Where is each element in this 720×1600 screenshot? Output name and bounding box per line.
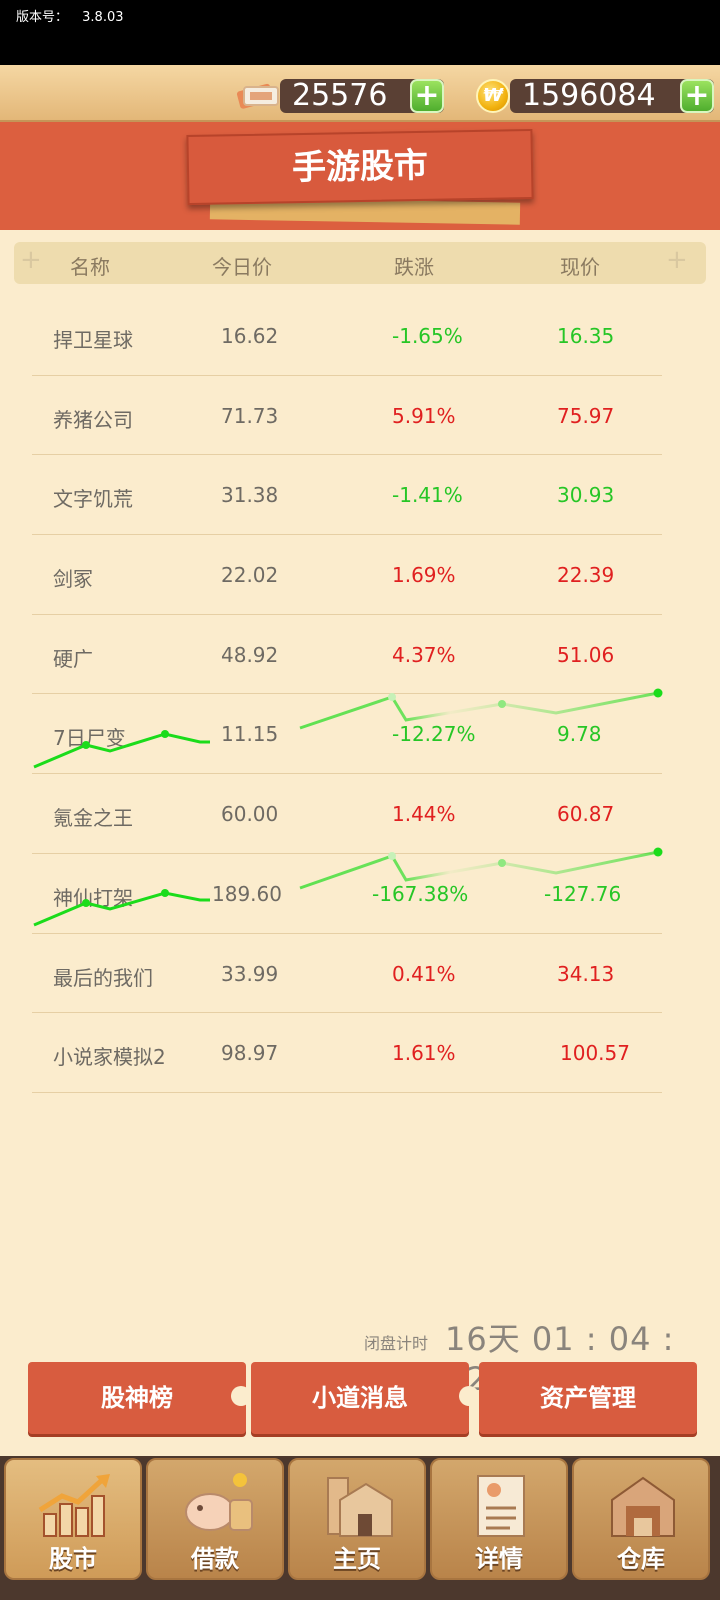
- stock-row[interactable]: 养猪公司 71.73 5.91% 75.97: [32, 376, 662, 456]
- page-header: 手游股市: [0, 122, 720, 230]
- version-label: 版本号：: [16, 10, 69, 25]
- stock-row[interactable]: 小说家模拟2 98.97 1.61% 100.57: [32, 1013, 662, 1093]
- button-connector-dot: [231, 1386, 251, 1406]
- piggy-bank-icon: [185, 1473, 253, 1531]
- stock-change: 1.61%: [392, 1041, 456, 1066]
- stock-today-price: 22.02: [221, 563, 279, 588]
- timer-label: 闭盘计时: [364, 1334, 429, 1353]
- stock-name: 剑冢: [53, 567, 93, 592]
- stock-chart-icon: [38, 1474, 110, 1537]
- stock-row[interactable]: 神仙打架 189.60 -167.38% -127.76: [32, 854, 662, 934]
- nav-tab-details[interactable]: 详情: [430, 1458, 568, 1580]
- stock-change: 0.41%: [392, 961, 456, 986]
- page-title: 手游股市: [186, 128, 534, 206]
- stock-name: 文字饥荒: [53, 487, 133, 512]
- stock-today-price: 71.73: [221, 403, 279, 428]
- stock-name: 硬广: [53, 646, 93, 671]
- stock-row[interactable]: 剑冢 22.02 1.69% 22.39: [32, 535, 662, 615]
- stock-row[interactable]: 捍卫星球 16.62 -1.65% 16.35: [32, 296, 662, 376]
- stock-today-price: 16.62: [221, 324, 279, 348]
- stock-row[interactable]: 最后的我们 33.99 0.41% 34.13: [32, 934, 662, 1014]
- nav-label-details: 详情: [475, 1545, 523, 1573]
- nav-tab-home[interactable]: 主页: [288, 1458, 426, 1580]
- stock-current-price: -127.76: [544, 881, 622, 906]
- add-coins-button[interactable]: +: [680, 79, 714, 113]
- header-left-decoration-icon: +: [20, 245, 42, 275]
- bottom-nav: 股市 借款 主页 详情 仓库: [0, 1456, 720, 1600]
- stock-change: -12.27%: [392, 722, 476, 747]
- market-close-timer: 闭盘计时 16天 01 : 04 : 22: [360, 1310, 700, 1398]
- stock-table-header: + 名称 今日价 跌涨 现价 +: [14, 242, 706, 284]
- stock-change: -1.41%: [392, 483, 463, 508]
- stock-current-price: 9.78: [557, 722, 602, 747]
- stock-today-price: 189.60: [212, 881, 282, 906]
- stock-current-price: 22.39: [557, 563, 615, 588]
- ticket-icon: [236, 83, 279, 109]
- stock-list: 捍卫星球 16.62 -1.65% 16.35 养猪公司 71.73 5.91%…: [32, 296, 662, 1093]
- version-value: 3.8.03: [82, 10, 124, 25]
- stock-name: 最后的我们: [53, 965, 153, 990]
- stock-today-price: 98.97: [221, 1041, 279, 1066]
- column-name: 名称: [70, 255, 110, 279]
- stock-row[interactable]: 文字饥荒 31.38 -1.41% 30.93: [32, 455, 662, 536]
- coin-icon: ₩: [476, 79, 510, 113]
- stock-current-price: 34.13: [557, 961, 615, 986]
- stock-current-price: 75.97: [557, 403, 615, 428]
- stock-current-price: 51.06: [557, 642, 615, 667]
- stock-change: 5.91%: [392, 403, 456, 428]
- nav-tab-loan[interactable]: 借款: [146, 1458, 284, 1580]
- stock-name: 小说家模拟2: [53, 1045, 166, 1070]
- stock-name: 氪金之王: [53, 806, 133, 831]
- stock-change: 1.69%: [392, 563, 456, 588]
- stock-row[interactable]: 硬广 48.92 4.37% 51.06: [32, 615, 662, 695]
- stock-name: 捍卫星球: [53, 328, 133, 352]
- warehouse-icon: [611, 1476, 675, 1537]
- stock-today-price: 31.38: [221, 483, 279, 508]
- stock-current-price: 60.87: [557, 802, 615, 827]
- nav-tab-warehouse[interactable]: 仓库: [572, 1458, 710, 1580]
- stock-change: 4.37%: [392, 642, 456, 667]
- stock-today-price: 60.00: [221, 802, 279, 827]
- nav-label-stocks: 股市: [49, 1545, 97, 1573]
- nav-label-home: 主页: [333, 1545, 381, 1573]
- stock-change: -167.38%: [372, 881, 469, 906]
- column-today-price: 今日价: [212, 255, 272, 279]
- stock-current-price: 16.35: [557, 324, 615, 348]
- column-change: 跌涨: [394, 255, 434, 279]
- nav-tab-stocks[interactable]: 股市: [4, 1458, 142, 1580]
- add-tickets-button[interactable]: +: [410, 79, 444, 113]
- status-bar: 版本号： 3.8.03: [0, 0, 720, 65]
- stock-row[interactable]: 7日尸变 11.15 -12.27% 9.78: [32, 694, 662, 775]
- stock-current-price: 30.93: [557, 483, 615, 508]
- stock-today-price: 11.15: [221, 722, 279, 747]
- stock-row[interactable]: 氪金之王 60.00 1.44% 60.87: [32, 774, 662, 854]
- stock-change: -1.65%: [392, 324, 463, 348]
- button-connector-dot: [459, 1386, 479, 1406]
- asset-management-button[interactable]: 资产管理: [479, 1362, 697, 1434]
- stock-change: 1.44%: [392, 802, 456, 827]
- stock-name: 养猪公司: [53, 407, 133, 432]
- stock-today-price: 33.99: [221, 961, 279, 986]
- header-right-decoration-icon: +: [666, 245, 688, 275]
- document-icon: [477, 1475, 525, 1537]
- column-current-price: 现价: [560, 255, 600, 279]
- house-icon: [327, 1477, 393, 1537]
- stock-today-price: 48.92: [221, 642, 279, 667]
- version-info: 版本号： 3.8.03: [16, 6, 124, 25]
- nav-label-warehouse: 仓库: [617, 1545, 665, 1573]
- stock-name: 神仙打架: [53, 885, 133, 910]
- currency-bar: 25576 + ₩ 1596084 +: [0, 65, 720, 122]
- stock-name: 7日尸变: [53, 726, 126, 751]
- stock-current-price: 100.57: [560, 1041, 630, 1066]
- nav-label-loan: 借款: [191, 1545, 239, 1573]
- news-button[interactable]: 小道消息: [251, 1362, 469, 1434]
- god-rank-button[interactable]: 股神榜: [28, 1362, 246, 1434]
